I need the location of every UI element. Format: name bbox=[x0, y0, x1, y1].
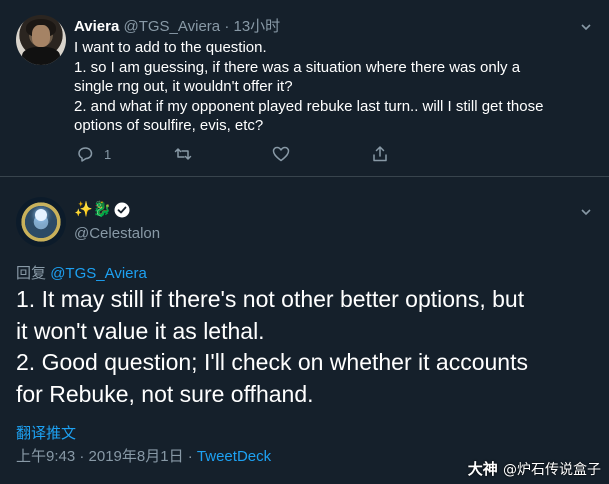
tweet-actions: 1 bbox=[74, 143, 494, 165]
chevron-down-icon[interactable] bbox=[581, 22, 591, 32]
tweet-line: 1. so I am guessing, if there was a situ… bbox=[74, 58, 521, 76]
parent-tweet[interactable]: Aviera @TGS_Aviera · 13小时 I want to add … bbox=[0, 0, 609, 177]
handle[interactable]: @TGS_Aviera bbox=[123, 18, 220, 35]
verified-badge-icon bbox=[114, 202, 130, 218]
tweet-header: Aviera @TGS_Aviera · 13小时 bbox=[74, 15, 280, 36]
retweet-button[interactable] bbox=[174, 143, 192, 165]
avatar-shirt bbox=[22, 47, 60, 65]
reply-icon bbox=[78, 147, 93, 162]
watermark-brand: 大神 bbox=[467, 460, 498, 478]
reply-prefix: 回复 bbox=[16, 265, 47, 282]
celestalon-avatar[interactable] bbox=[16, 197, 66, 247]
tweet-line: single rng out, it wouldn't offer it? bbox=[74, 78, 293, 95]
reply-to-link[interactable]: @TGS_Aviera bbox=[50, 265, 147, 282]
share-button[interactable] bbox=[371, 143, 389, 165]
tweet-header: ✨🐉 @Celestalon bbox=[74, 200, 160, 244]
reply-count: 1 bbox=[104, 146, 112, 162]
tweet-line: for Rebuke, not sure offhand. bbox=[16, 380, 314, 407]
tweet-line: 1. It may still if there's not other bet… bbox=[16, 286, 525, 312]
emoji-display-name: ✨🐉 bbox=[74, 201, 112, 218]
display-name[interactable]: Aviera bbox=[74, 18, 119, 35]
watermark: 大神 @炉石传说盒子 bbox=[468, 458, 601, 479]
tweet-meta: 上午9:43 · 2019年8月1日 · TweetDeck bbox=[16, 445, 271, 466]
source-link[interactable]: TweetDeck bbox=[197, 448, 271, 465]
avatar-face bbox=[32, 25, 50, 47]
tweet-line: options of soulfire, evis, etc? bbox=[74, 117, 264, 134]
tweet-line: I want to add to the question. bbox=[74, 39, 267, 56]
like-button[interactable] bbox=[272, 143, 290, 165]
tweet-time[interactable]: 13小时 bbox=[233, 18, 280, 35]
chevron-down-icon[interactable] bbox=[581, 207, 591, 217]
tweet-text: 1. It may still if there's not other bet… bbox=[16, 284, 601, 410]
tweet-line: 2. Good question; I'll check on whether … bbox=[16, 349, 528, 375]
tweet-timestamp[interactable]: 上午9:43 · 2019年8月1日 · bbox=[16, 448, 197, 465]
display-name[interactable]: ✨🐉 bbox=[74, 200, 160, 220]
tweet-line: it won't value it as lethal. bbox=[16, 317, 265, 344]
avatar-orb bbox=[35, 209, 47, 221]
watermark-sub: @炉石传说盒子 bbox=[503, 462, 601, 478]
handle[interactable]: @Celestalon bbox=[74, 224, 160, 244]
replying-to: 回复 @TGS_Aviera bbox=[16, 262, 147, 283]
separator: · bbox=[224, 18, 230, 35]
tweet-text: I want to add to the question. 1. so I a… bbox=[74, 38, 594, 136]
translate-tweet-link[interactable]: 翻译推文 bbox=[16, 422, 76, 443]
reply-button[interactable]: 1 bbox=[76, 143, 111, 165]
share-icon bbox=[373, 146, 387, 162]
reply-tweet[interactable]: ✨🐉 @Celestalon 回复 @TGS_Aviera 1. It may … bbox=[0, 177, 609, 484]
aviera-avatar[interactable] bbox=[16, 15, 66, 65]
like-icon bbox=[272, 146, 290, 162]
tweet-line: 2. and what if my opponent played rebuke… bbox=[74, 97, 544, 115]
retweet-icon bbox=[174, 148, 192, 160]
